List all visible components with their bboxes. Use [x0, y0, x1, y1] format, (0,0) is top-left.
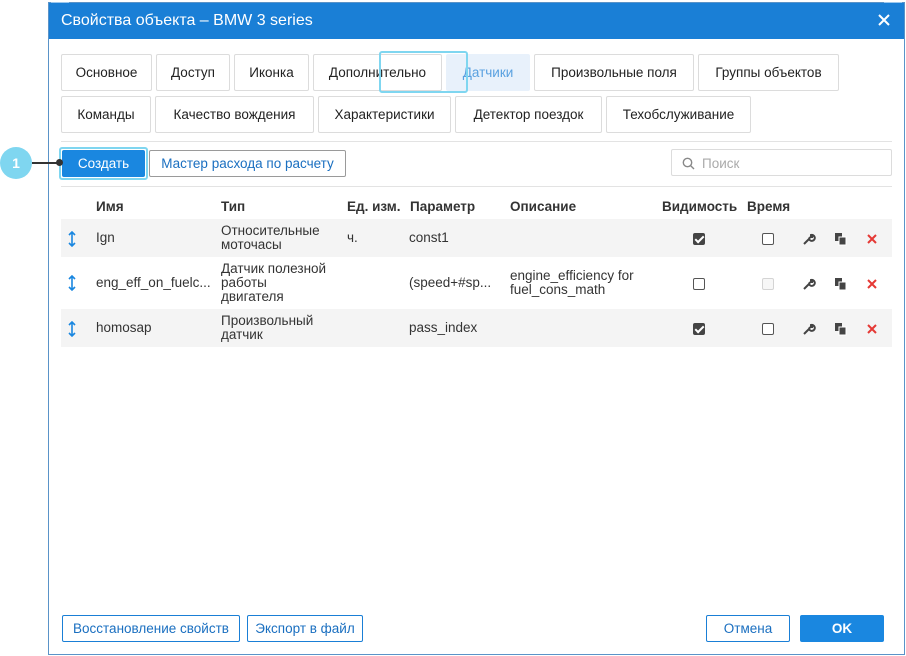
table-row[interactable]: Ign Относительные моточасы ч. const1: [61, 219, 892, 257]
sensor-name: homosap: [96, 320, 152, 335]
close-icon[interactable]: [876, 12, 892, 28]
callout-dot: [56, 159, 63, 166]
drag-handle-icon[interactable]: [67, 275, 77, 291]
column-header-parameter[interactable]: Параметр: [410, 199, 475, 214]
create-highlight-frame: [59, 147, 148, 180]
column-header-type[interactable]: Тип: [221, 199, 245, 214]
object-properties-dialog: Свойства объекта – BMW 3 series Основное…: [48, 2, 905, 655]
time-checkbox: [762, 278, 774, 290]
sensor-type: Произвольный: [221, 313, 314, 328]
search-placeholder: Поиск: [702, 156, 740, 171]
visibility-checkbox[interactable]: [693, 323, 705, 335]
separator: [61, 141, 892, 142]
search-icon: [682, 157, 695, 170]
sensor-type: Датчик полезной: [221, 261, 327, 276]
tab-basic[interactable]: Основное: [61, 54, 152, 91]
time-checkbox[interactable]: [762, 233, 774, 245]
tab-driving-quality[interactable]: Качество вождения: [155, 96, 314, 133]
copy-icon[interactable]: [834, 322, 848, 336]
sensor-parameter: (speed+#sp...: [409, 275, 492, 290]
sensor-type: двигателя: [221, 289, 284, 304]
copy-icon[interactable]: [834, 232, 848, 246]
table-row[interactable]: eng_eff_on_fuelc... Датчик полезной рабо…: [61, 257, 892, 309]
dialog-title: Свойства объекта – BMW 3 series: [61, 12, 313, 29]
wrench-icon[interactable]: [802, 322, 816, 336]
tab-highlight-frame: [379, 51, 468, 93]
tab-custom-fields[interactable]: Произвольные поля: [534, 54, 694, 91]
copy-icon[interactable]: [834, 277, 848, 291]
sensor-parameter: pass_index: [409, 320, 478, 335]
table-row[interactable]: homosap Произвольный датчик pass_index: [61, 309, 892, 347]
ok-button[interactable]: OK: [800, 615, 884, 642]
time-checkbox[interactable]: [762, 323, 774, 335]
delete-icon[interactable]: [865, 232, 879, 246]
column-header-visibility[interactable]: Видимость: [662, 199, 737, 214]
sensor-name: eng_eff_on_fuelc...: [96, 275, 211, 290]
visibility-checkbox[interactable]: [693, 278, 705, 290]
tab-trip-detector[interactable]: Детектор поездок: [455, 96, 602, 133]
drag-handle-icon[interactable]: [67, 321, 77, 337]
column-header-time[interactable]: Время: [747, 199, 790, 214]
tab-characteristics[interactable]: Характеристики: [318, 96, 451, 133]
fuel-wizard-button[interactable]: Мастер расхода по расчету: [149, 150, 346, 177]
sensor-type: датчик: [221, 327, 263, 342]
sensor-parameter: const1: [409, 230, 449, 245]
export-to-file-button[interactable]: Экспорт в файл: [247, 615, 363, 642]
drag-handle-icon[interactable]: [67, 231, 77, 247]
sensor-unit: ч.: [347, 230, 358, 245]
column-header-description[interactable]: Описание: [510, 199, 576, 214]
restore-properties-button[interactable]: Восстановление свойств: [62, 615, 240, 642]
visibility-checkbox[interactable]: [693, 233, 705, 245]
tab-icon[interactable]: Иконка: [234, 54, 309, 91]
delete-icon[interactable]: [865, 322, 879, 336]
sensor-type: работы: [221, 275, 267, 290]
search-input[interactable]: Поиск: [671, 149, 892, 176]
tab-object-groups[interactable]: Группы объектов: [698, 54, 839, 91]
separator: [61, 186, 892, 187]
cancel-button[interactable]: Отмена: [706, 615, 790, 642]
column-header-name[interactable]: Имя: [96, 199, 124, 214]
sensor-type: моточасы: [221, 237, 282, 252]
callout-badge: 1: [0, 147, 32, 179]
sensor-description: fuel_cons_math: [510, 282, 606, 297]
tab-access[interactable]: Доступ: [156, 54, 230, 91]
tab-maintenance[interactable]: Техобслуживание: [606, 96, 751, 133]
sensor-name: Ign: [96, 230, 115, 245]
wrench-icon[interactable]: [802, 232, 816, 246]
wrench-icon[interactable]: [802, 277, 816, 291]
delete-icon[interactable]: [865, 277, 879, 291]
column-header-unit[interactable]: Ед. изм.: [347, 199, 401, 214]
sensor-type: Относительные: [221, 223, 320, 238]
dialog-titlebar: Свойства объекта – BMW 3 series: [49, 3, 904, 39]
callout-line: [32, 162, 59, 164]
tab-commands[interactable]: Команды: [61, 96, 151, 133]
sensor-description: engine_efficiency for: [510, 268, 634, 283]
